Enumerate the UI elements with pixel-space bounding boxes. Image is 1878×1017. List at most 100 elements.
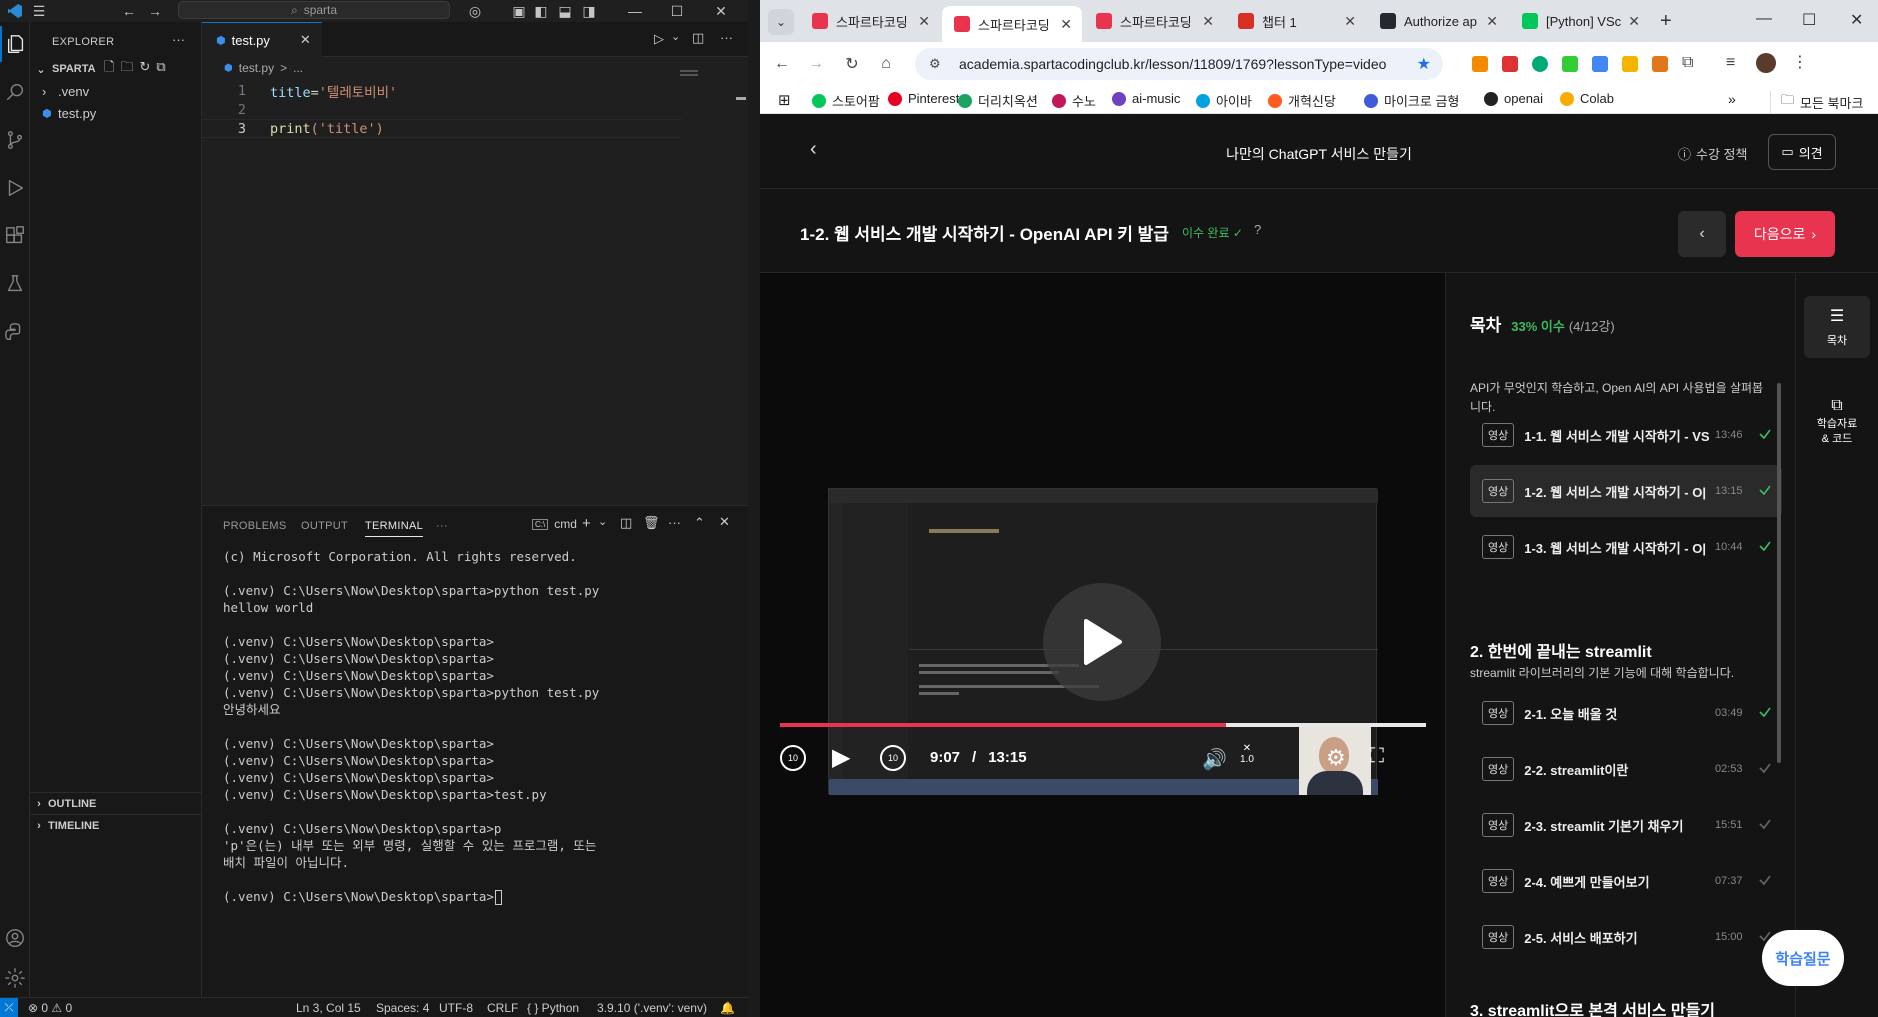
run-python-icon[interactable]: ▷ bbox=[654, 31, 664, 47]
bookmark-star-icon[interactable]: ★ bbox=[1417, 54, 1431, 74]
extension-icon[interactable] bbox=[1472, 56, 1488, 72]
split-editor-icon[interactable]: ◫ bbox=[692, 30, 704, 46]
status-interpreter[interactable]: 3.9.10 ('.venv': venv) bbox=[597, 1001, 707, 1015]
grammarly-extension-icon[interactable] bbox=[1532, 56, 1548, 72]
fullscreen-icon[interactable]: ⛶ bbox=[1370, 745, 1384, 768]
terminal-output[interactable]: (c) Microsoft Corporation. All rights re… bbox=[223, 548, 743, 905]
rail-materials-button[interactable]: ⧉ 학습자료 & 코드 bbox=[1804, 387, 1870, 457]
forward-arrow-icon[interactable]: → bbox=[806, 54, 826, 74]
all-bookmarks-folder[interactable]: 🗀 모든 북마크 bbox=[1770, 91, 1863, 113]
trash-icon[interactable]: 🗑 bbox=[643, 515, 660, 531]
tab-terminal[interactable]: TERMINAL bbox=[365, 520, 424, 537]
bookmark-item[interactable]: Pinterest bbox=[888, 91, 959, 106]
file-item-test-py[interactable]: ⬢ test.py bbox=[30, 102, 202, 124]
browser-tab[interactable]: 스파르타코딩 ✕ bbox=[1084, 6, 1224, 36]
back-arrow-icon[interactable]: ← bbox=[772, 54, 792, 74]
play-overlay-button[interactable] bbox=[1043, 583, 1161, 701]
workspace-root[interactable]: ⌄ SPARTA 🗋🗀↻⧉ bbox=[30, 58, 202, 80]
new-tab-icon[interactable]: + bbox=[1660, 10, 1672, 33]
reload-icon[interactable]: ↻ bbox=[842, 54, 862, 74]
accounts-icon[interactable] bbox=[0, 920, 30, 956]
close-window-icon[interactable]: ✕ bbox=[1850, 10, 1863, 30]
toc-scrollbar[interactable] bbox=[1777, 383, 1781, 763]
split-terminal-icon[interactable]: ◫ bbox=[620, 515, 632, 531]
back-arrow-icon[interactable]: ← bbox=[120, 2, 138, 20]
chevron-down-icon[interactable]: ⌄ bbox=[598, 515, 607, 528]
bookmark-item[interactable]: 더리치옥션 bbox=[958, 91, 1038, 110]
extension-icon[interactable] bbox=[1502, 56, 1518, 72]
explorer-icon[interactable] bbox=[0, 26, 30, 62]
feedback-button[interactable]: ▭ 의견 bbox=[1768, 134, 1836, 170]
close-tab-icon[interactable]: ✕ bbox=[1486, 13, 1498, 30]
more-bookmarks-chevron-icon[interactable]: » bbox=[1728, 91, 1736, 107]
search-view-icon[interactable] bbox=[0, 74, 30, 110]
browser-tab[interactable]: Authorize ap ✕ bbox=[1368, 6, 1508, 36]
forward-10-icon[interactable]: 10 bbox=[880, 745, 906, 771]
settings-gear-icon[interactable] bbox=[0, 960, 30, 996]
chevron-down-icon[interactable]: ⌄ bbox=[671, 30, 680, 43]
rewind-10-icon[interactable]: 10 bbox=[780, 745, 806, 771]
toc-lesson-item[interactable]: 영상 2-2. streamlit이란 02:53 bbox=[1470, 743, 1782, 795]
bookmark-item[interactable]: 스토어팜 bbox=[812, 91, 880, 110]
bookmark-item[interactable]: 개혁신당 bbox=[1268, 91, 1336, 110]
copilot-icon[interactable]: ◎ bbox=[466, 2, 484, 20]
menu-icon[interactable]: ☰ bbox=[30, 2, 48, 20]
toggle-panel-icon[interactable]: ⬓ bbox=[556, 2, 574, 20]
status-eol[interactable]: CRLF bbox=[487, 1001, 518, 1015]
close-tab-icon[interactable]: ✕ bbox=[1344, 13, 1356, 30]
code-line-1[interactable]: 1 title='텔레토비비' bbox=[202, 81, 748, 101]
more-actions-icon[interactable]: ··· bbox=[172, 32, 185, 47]
close-tab-icon[interactable]: ✕ bbox=[1628, 13, 1640, 30]
home-icon[interactable]: ⌂ bbox=[876, 54, 896, 74]
toc-lesson-item[interactable]: 영상 2-1. 오늘 배울 것 03:49 bbox=[1470, 687, 1782, 739]
help-circle-icon[interactable]: ? bbox=[1254, 222, 1261, 237]
timeline-section[interactable]: › TIMELINE bbox=[30, 814, 202, 836]
status-cursor-position[interactable]: Ln 3, Col 15 bbox=[296, 1001, 361, 1015]
bookmark-item[interactable]: ai-music bbox=[1112, 91, 1180, 106]
maximize-icon[interactable]: ☐ bbox=[1802, 10, 1816, 30]
close-tab-icon[interactable]: ✕ bbox=[300, 32, 311, 48]
extension-icon[interactable] bbox=[1562, 56, 1578, 72]
status-problems[interactable]: ⊗ 0 ⚠ 0 bbox=[28, 1001, 72, 1015]
close-tab-icon[interactable]: ✕ bbox=[918, 13, 930, 30]
video-player[interactable]: 10 ▶ 10 9:07 / 13:15 🔊 ✕ 1.0 ⚙ ⛶ bbox=[760, 273, 1445, 1017]
tab-test-py[interactable]: ⬢ test.py ✕ bbox=[202, 22, 322, 57]
breadcrumb-more[interactable]: ... bbox=[293, 61, 303, 75]
testing-icon[interactable] bbox=[0, 266, 30, 302]
layout-customize-icon[interactable]: ▣ bbox=[510, 2, 528, 20]
status-encoding[interactable]: UTF-8 bbox=[439, 1001, 473, 1015]
browser-tab[interactable]: 챕터 1 ✕ bbox=[1226, 6, 1366, 36]
play-icon[interactable]: ▶ bbox=[832, 743, 850, 772]
site-info-icon[interactable]: ⚙ bbox=[929, 56, 941, 72]
toggle-secondary-sidebar-icon[interactable]: ◨ bbox=[580, 2, 598, 20]
code-line-2[interactable]: 2 bbox=[202, 100, 748, 119]
translate-extension-icon[interactable] bbox=[1592, 56, 1608, 72]
video-progress-track[interactable] bbox=[780, 723, 1426, 727]
next-lesson-button[interactable]: 다음으로 › bbox=[1735, 211, 1835, 257]
source-control-icon[interactable] bbox=[0, 122, 30, 158]
status-language[interactable]: { } Python bbox=[527, 1001, 579, 1015]
close-tab-icon[interactable]: ✕ bbox=[1202, 13, 1214, 30]
python-icon[interactable] bbox=[0, 314, 30, 350]
course-policy-link[interactable]: ⓘ 수강 정책 bbox=[1678, 144, 1747, 163]
minimize-icon[interactable]: — bbox=[626, 2, 644, 20]
playback-speed-button[interactable]: ✕ 1.0 bbox=[1240, 743, 1254, 765]
forward-arrow-icon[interactable]: → bbox=[146, 2, 164, 20]
run-debug-icon[interactable] bbox=[0, 170, 30, 206]
media-control-icon[interactable]: ≡ bbox=[1726, 54, 1735, 72]
new-terminal-icon[interactable]: + bbox=[582, 515, 591, 532]
browser-tab[interactable]: 스파르타코딩 ✕ bbox=[942, 6, 1082, 42]
study-question-button[interactable]: 학습질문 bbox=[1762, 930, 1844, 986]
settings-gear-icon[interactable]: ⚙ bbox=[1326, 745, 1346, 771]
remote-icon[interactable]: ⤫ bbox=[0, 998, 18, 1017]
previous-lesson-button[interactable]: ‹ bbox=[1678, 211, 1726, 257]
metamask-extension-icon[interactable] bbox=[1652, 56, 1668, 72]
folder-item-venv[interactable]: › .venv bbox=[30, 80, 202, 102]
editor-scrollbar[interactable] bbox=[736, 97, 746, 100]
toggle-sidebar-icon[interactable]: ◧ bbox=[532, 2, 550, 20]
toc-lesson-item[interactable]: 영상 2-4. 예쁘게 만들어보기 07:37 bbox=[1470, 855, 1782, 907]
bookmark-item[interactable]: openai bbox=[1484, 91, 1543, 106]
notifications-bell-icon[interactable]: 🔔 bbox=[720, 1001, 735, 1015]
command-center-search[interactable]: ⌕ sparta bbox=[178, 1, 450, 19]
close-window-icon[interactable]: ✕ bbox=[712, 2, 730, 20]
